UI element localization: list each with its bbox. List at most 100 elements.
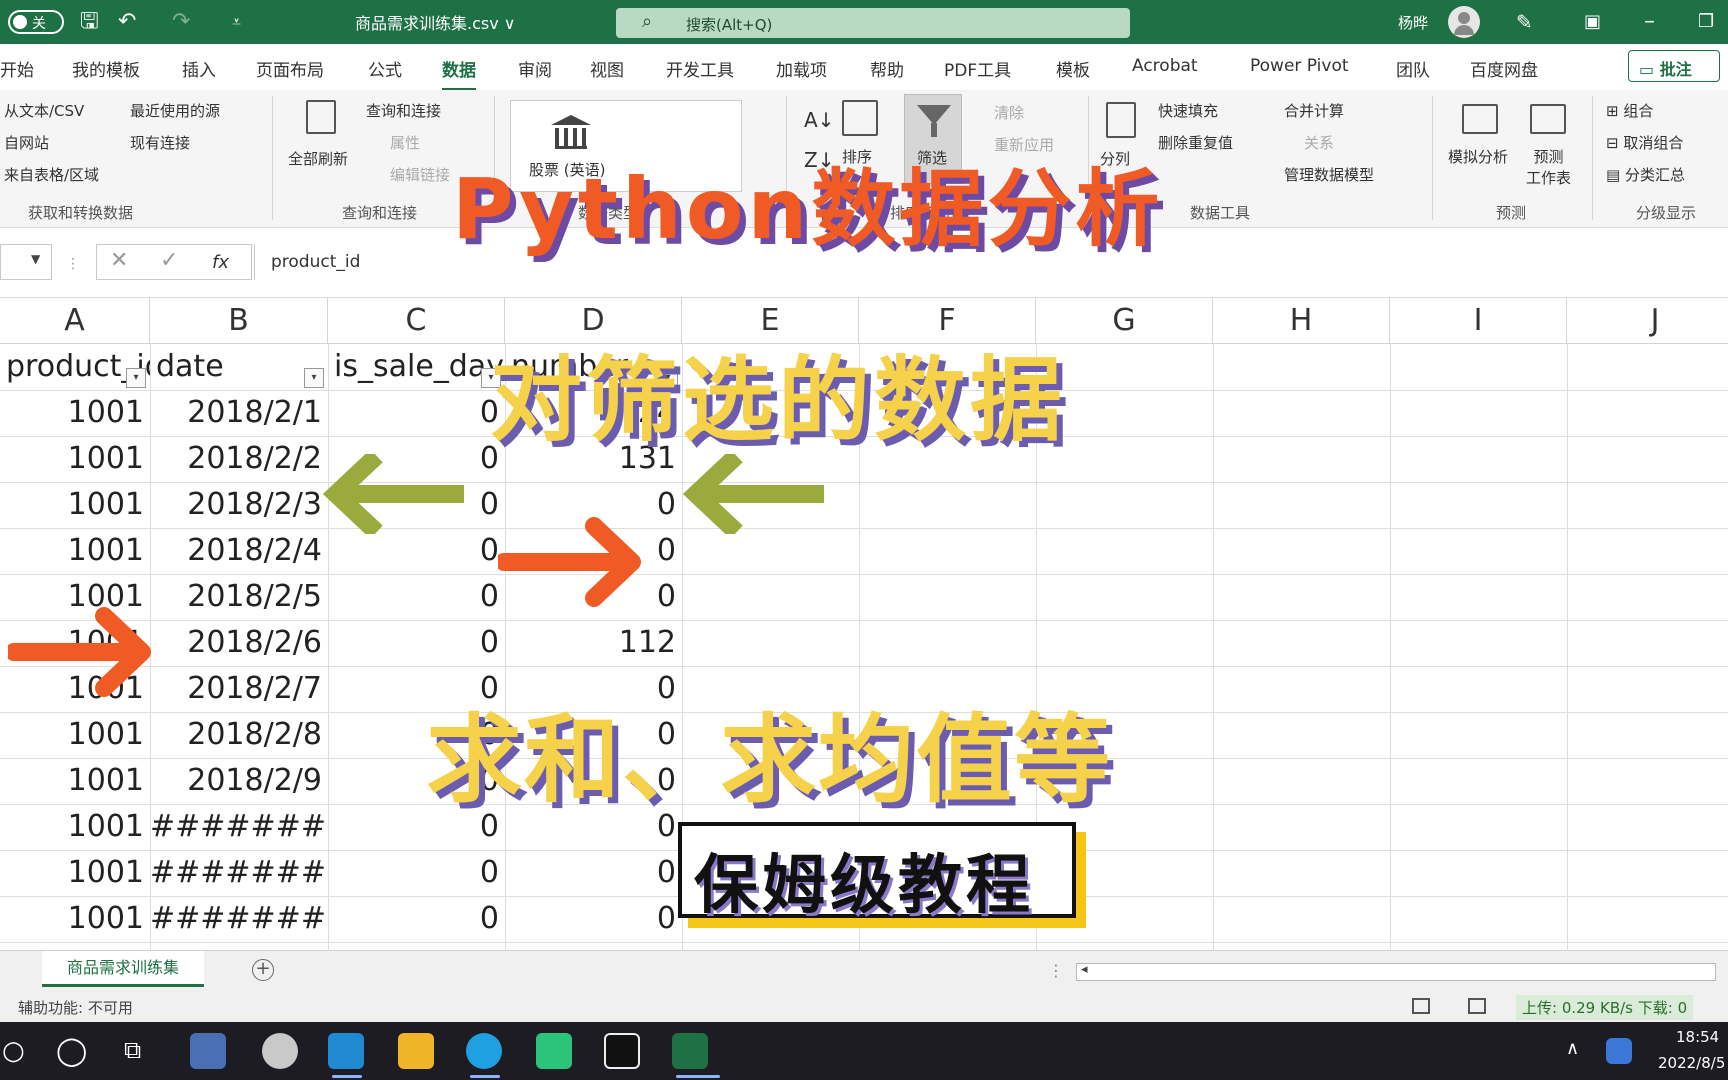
chevron-up-icon[interactable]: ∧ xyxy=(1566,1038,1579,1059)
capcut-icon[interactable] xyxy=(604,1033,640,1069)
table-cell[interactable]: 112 xyxy=(505,620,682,666)
tab-acrobat[interactable]: Acrobat xyxy=(1132,56,1198,76)
tab-view[interactable]: 视图 xyxy=(590,56,624,81)
table-cell[interactable]: 1001 xyxy=(0,390,150,436)
table-cell[interactable]: 1001 xyxy=(0,436,150,482)
snipping-app-icon[interactable] xyxy=(262,1033,298,1069)
table-cell[interactable]: ####### xyxy=(150,804,328,850)
table-cell[interactable]: 2018/2/4 xyxy=(150,528,328,574)
page-layout-view-icon[interactable] xyxy=(1468,998,1486,1014)
tab-split-handle[interactable]: ⋮ xyxy=(1048,961,1064,980)
column-header-h[interactable]: H xyxy=(1213,298,1390,344)
consolidate-button[interactable]: 合并计算 xyxy=(1284,100,1344,121)
tab-team[interactable]: 团队 xyxy=(1396,56,1430,81)
search-icon[interactable]: ○ xyxy=(2,1036,25,1066)
table-cell[interactable]: 1001 xyxy=(0,528,150,574)
tab-my-templates[interactable]: 我的模板 xyxy=(72,56,140,81)
add-sheet-icon[interactable]: + xyxy=(252,959,274,981)
table-cell[interactable]: 1001 xyxy=(0,712,150,758)
table-cell[interactable]: ####### xyxy=(150,896,328,942)
what-if-analysis-button[interactable]: 模拟分析 xyxy=(1448,146,1508,167)
refresh-all-button[interactable]: 全部刷新 xyxy=(288,148,348,169)
network-app-icon[interactable] xyxy=(190,1033,226,1069)
undo-icon[interactable]: ↶ xyxy=(118,8,136,36)
horizontal-scrollbar[interactable]: ◂ xyxy=(1076,962,1716,981)
tab-insert[interactable]: 插入 xyxy=(182,56,216,81)
tab-data[interactable]: 数据 xyxy=(442,56,476,91)
cancel-icon[interactable]: ✕ xyxy=(110,248,128,273)
customize-toolbar-icon[interactable]: ⩡ xyxy=(232,8,241,36)
name-box[interactable]: ▼ xyxy=(0,244,52,280)
column-header-i[interactable]: I xyxy=(1390,298,1567,344)
scroll-left-icon[interactable]: ◂ xyxy=(1081,962,1088,977)
existing-connections[interactable]: 现有连接 xyxy=(130,132,190,153)
ungroup-button[interactable]: ⊟ 取消组合 xyxy=(1606,132,1683,153)
table-cell[interactable]: 2018/2/7 xyxy=(150,666,328,712)
table-cell[interactable]: 2018/2/9 xyxy=(150,758,328,804)
filter-dropdown-icon[interactable]: ▾ xyxy=(126,368,146,388)
insert-function-icon[interactable]: fx xyxy=(212,252,229,273)
sort-az-icon[interactable]: A↓ xyxy=(804,108,834,132)
tab-power-pivot[interactable]: Power Pivot xyxy=(1250,56,1349,76)
table-cell[interactable]: ####### xyxy=(150,850,328,896)
tab-page-layout[interactable]: 页面布局 xyxy=(256,56,324,81)
table-cell[interactable]: 2018/2/2 xyxy=(150,436,328,482)
table-cell[interactable]: 2018/2/6 xyxy=(150,620,328,666)
search-box[interactable]: ⌕ 搜索(Alt+Q) xyxy=(616,8,1130,38)
table-cell[interactable]: 2018/2/5 xyxy=(150,574,328,620)
table-cell[interactable]: 0 xyxy=(328,850,505,896)
enter-icon[interactable]: ✓ xyxy=(160,248,178,273)
tab-review[interactable]: 审阅 xyxy=(518,56,552,81)
edge-browser-icon[interactable] xyxy=(466,1033,502,1069)
accessibility-status[interactable]: 辅助功能: 不可用 xyxy=(18,997,133,1018)
column-header-a[interactable]: A xyxy=(0,298,150,344)
pen-icon[interactable]: ✎ xyxy=(1516,8,1533,36)
file-explorer-icon[interactable] xyxy=(398,1033,434,1069)
table-cell[interactable]: 1001 xyxy=(0,804,150,850)
table-cell[interactable]: 2018/2/1 xyxy=(150,390,328,436)
column-header-c[interactable]: C xyxy=(328,298,505,344)
tab-help[interactable]: 帮助 xyxy=(870,56,904,81)
ime-icon[interactable] xyxy=(1606,1038,1632,1064)
forecast-sheet-button[interactable]: 预测 工作表 xyxy=(1526,146,1571,188)
tab-templates[interactable]: 模板 xyxy=(1056,56,1090,81)
tab-developer[interactable]: 开发工具 xyxy=(666,56,734,81)
file-name[interactable]: 商品需求训练集.csv ∨ xyxy=(355,10,516,34)
remove-duplicates-button[interactable]: 删除重复值 xyxy=(1158,132,1233,153)
autosave-toggle[interactable]: 关 xyxy=(8,10,64,34)
avatar[interactable] xyxy=(1448,6,1480,38)
queries-connections-button[interactable]: 查询和连接 xyxy=(366,100,441,121)
clock-time[interactable]: 18:54 xyxy=(1676,1028,1719,1046)
table-cell[interactable]: 0 xyxy=(328,574,505,620)
table-cell[interactable]: 2018/2/3 xyxy=(150,482,328,528)
task-view-icon[interactable]: ⧉ xyxy=(124,1036,141,1064)
properties-button[interactable]: 属性 xyxy=(390,132,420,153)
tab-baidu-netdisk[interactable]: 百度网盘 xyxy=(1470,56,1538,81)
table-cell[interactable]: 1001 xyxy=(0,850,150,896)
restore-icon[interactable]: ❐ xyxy=(1698,8,1714,36)
table-cell[interactable]: 1001 xyxy=(0,758,150,804)
normal-view-icon[interactable] xyxy=(1412,998,1430,1014)
subtotal-button[interactable]: ▤ 分类汇总 xyxy=(1606,164,1685,185)
group-button[interactable]: ⊞ 组合 xyxy=(1606,100,1653,121)
tab-addins[interactable]: 加载项 xyxy=(776,56,827,81)
table-cell[interactable]: 0 xyxy=(505,896,682,942)
from-text-csv[interactable]: 从文本/CSV xyxy=(4,100,84,121)
tab-home[interactable]: 开始 xyxy=(0,56,34,81)
from-web[interactable]: 自网站 xyxy=(4,132,49,153)
tab-pdf-tools[interactable]: PDF工具 xyxy=(944,56,1011,81)
column-header-b[interactable]: B xyxy=(150,298,328,344)
tab-formulas[interactable]: 公式 xyxy=(368,56,402,81)
ribbon-display-icon[interactable]: ▣ xyxy=(1584,8,1601,36)
vscode-icon[interactable] xyxy=(328,1033,364,1069)
save-icon[interactable]: 🖫 xyxy=(80,8,99,36)
table-cell[interactable]: 2018/2/8 xyxy=(150,712,328,758)
excel-icon[interactable] xyxy=(672,1033,708,1069)
edit-links-button[interactable]: 编辑链接 xyxy=(390,164,450,185)
sheet-tab-active[interactable]: 商品需求训练集 xyxy=(42,951,204,987)
table-cell[interactable]: 0 xyxy=(328,390,505,436)
redo-icon[interactable]: ↷ xyxy=(172,8,190,36)
table-cell[interactable]: 0 xyxy=(328,528,505,574)
field-header-cell[interactable]: date xyxy=(150,344,328,390)
minimize-icon[interactable]: – xyxy=(1644,8,1655,36)
